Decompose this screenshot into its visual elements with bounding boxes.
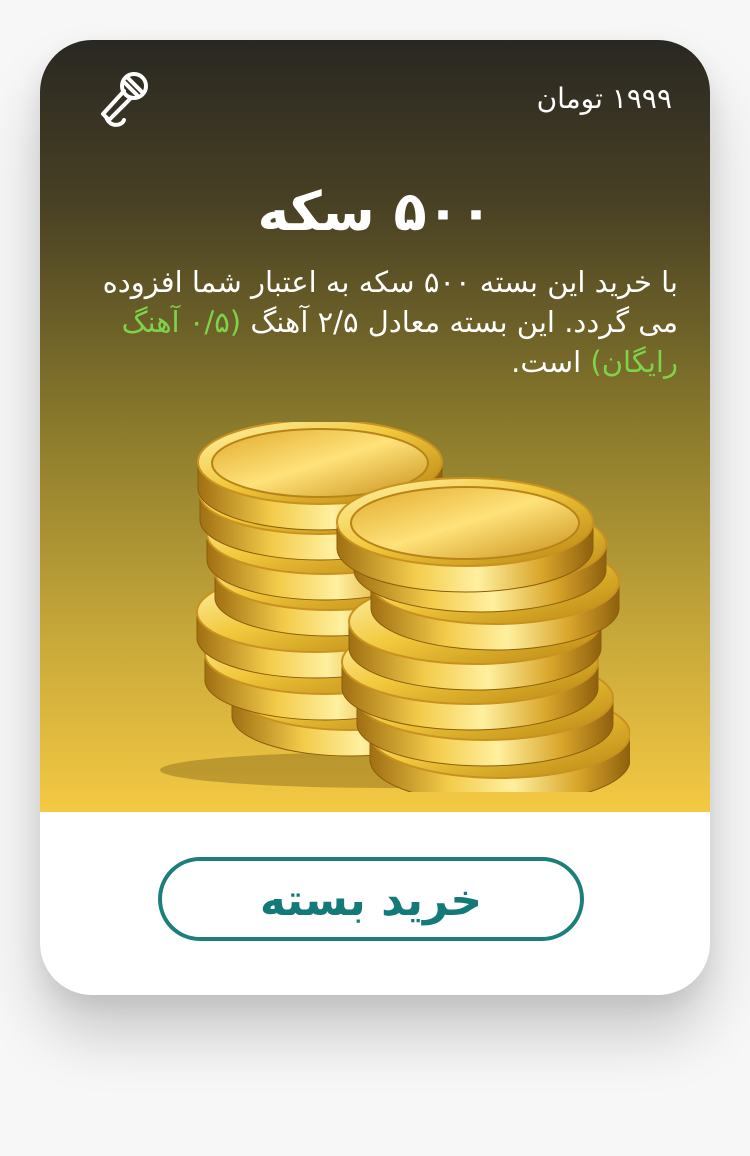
package-title: ۵۰۰ سکه (257, 180, 493, 243)
gold-coins-stack-image (160, 422, 630, 792)
buy-package-button[interactable]: خرید بسته (158, 857, 584, 941)
microphone-icon (101, 72, 148, 127)
package-description: با خرید این بسته ۵۰۰ سکه به اعتبار شما ا… (80, 262, 678, 382)
package-price: ۱۹۹۹ تومان (536, 82, 672, 115)
coin-package-card: ۱۹۹۹ تومان ۵۰۰ سکه با خرید این بسته ۵۰۰ … (40, 40, 710, 995)
package-hero: ۱۹۹۹ تومان ۵۰۰ سکه با خرید این بسته ۵۰۰ … (40, 40, 710, 812)
coin (336, 477, 594, 593)
description-end: است. (511, 345, 591, 379)
page: ۱۹۹۹ تومان ۵۰۰ سکه با خرید این بسته ۵۰۰ … (0, 0, 750, 1156)
